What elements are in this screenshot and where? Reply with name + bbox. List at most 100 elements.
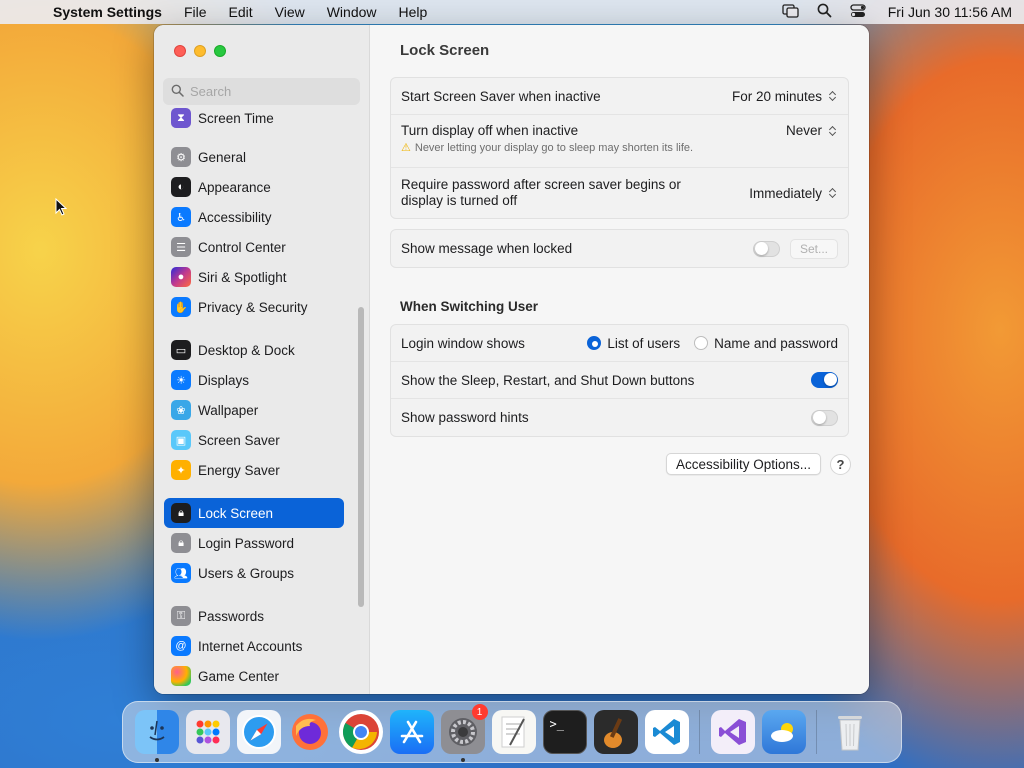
- search-icon[interactable]: [817, 3, 832, 21]
- screen-mirroring-icon[interactable]: [782, 3, 799, 21]
- menu-app-name[interactable]: System Settings: [53, 4, 162, 20]
- minimize-button[interactable]: [194, 45, 206, 57]
- sidebar-item-game-center[interactable]: Game Center: [164, 661, 344, 691]
- sidebar-item-login-password[interactable]: 🔒︎ Login Password: [164, 528, 344, 558]
- display-off-warning: ⚠ Never letting your display go to sleep…: [401, 141, 786, 155]
- menu-bar: System Settings File Edit View Window He…: [0, 0, 1024, 24]
- sidebar-item-lock-screen[interactable]: 🔒︎ Lock Screen: [164, 498, 344, 528]
- password-hints-toggle[interactable]: [811, 409, 838, 426]
- require-password-label-2: display is turned off: [401, 193, 518, 208]
- sidebar-scrollbar[interactable]: [358, 307, 364, 607]
- lock-settings-group: Start Screen Saver when inactive For 20 …: [390, 77, 849, 219]
- sidebar-item-label: Accessibility: [198, 209, 272, 225]
- menu-view[interactable]: View: [275, 4, 305, 20]
- lock-icon: 🔒︎: [171, 533, 191, 553]
- require-password-label-1: Require password after screen saver begi…: [401, 177, 681, 192]
- accessibility-options-button[interactable]: Accessibility Options...: [666, 453, 822, 475]
- at-icon: @: [171, 636, 191, 656]
- screen-saver-icon: ▣: [171, 430, 191, 450]
- display-off-row: Turn display off when inactive ⚠ Never l…: [391, 115, 848, 168]
- sidebar-item-label: Appearance: [198, 179, 271, 195]
- textedit-icon[interactable]: [491, 710, 536, 754]
- garageband-icon[interactable]: [593, 710, 638, 754]
- notification-badge: 1: [471, 704, 488, 720]
- require-password-value: Immediately: [749, 185, 822, 201]
- safari-icon[interactable]: [236, 710, 281, 754]
- siri-icon: ●: [171, 267, 191, 287]
- main-content: Lock Screen Start Screen Saver when inac…: [370, 25, 869, 694]
- sleep-buttons-toggle[interactable]: [811, 372, 838, 388]
- sun-icon: ☀: [171, 370, 191, 390]
- window-controls: [174, 45, 226, 57]
- sidebar-item-control-center[interactable]: ☰ Control Center: [164, 232, 344, 262]
- sidebar-item-accessibility[interactable]: ♿ Accessibility: [164, 202, 344, 232]
- menu-clock[interactable]: Fri Jun 30 11:56 AM: [888, 4, 1012, 20]
- radio-selected-icon: [587, 336, 602, 350]
- display-off-popup[interactable]: Never: [786, 123, 838, 138]
- sidebar-item-displays[interactable]: ☀ Displays: [164, 365, 344, 395]
- screen-saver-row: Start Screen Saver when inactive For 20 …: [391, 78, 848, 115]
- sidebar-item-internet-accounts[interactable]: @ Internet Accounts: [164, 631, 344, 661]
- show-message-label: Show message when locked: [401, 241, 573, 256]
- menu-help[interactable]: Help: [399, 4, 428, 20]
- sidebar-item-screen-saver[interactable]: ▣ Screen Saver: [164, 425, 344, 455]
- display-off-value: Never: [785, 123, 822, 138]
- show-message-row: Show message when locked Set...: [391, 230, 848, 267]
- appearance-icon: ◐: [171, 177, 191, 197]
- search-input[interactable]: [190, 84, 350, 99]
- weather-icon[interactable]: [761, 710, 806, 754]
- sidebar-item-general[interactable]: ⚙ General: [164, 142, 344, 172]
- menu-window[interactable]: Window: [327, 4, 377, 20]
- close-button[interactable]: [174, 45, 186, 57]
- sidebar-item-appearance[interactable]: ◐ Appearance: [164, 172, 344, 202]
- chrome-icon[interactable]: [338, 710, 383, 754]
- visual-studio-icon[interactable]: [710, 710, 755, 754]
- menu-file[interactable]: File: [184, 4, 207, 20]
- sidebar-item-label: Login Password: [198, 535, 295, 551]
- require-password-popup[interactable]: Immediately: [749, 186, 838, 201]
- sidebar-list: ⧗ Screen Time ⚙ General ◐ Appearance ♿ A…: [164, 107, 344, 691]
- sidebar-item-screen-time[interactable]: ⧗ Screen Time: [164, 107, 344, 129]
- sidebar-item-label: Privacy & Security: [198, 299, 308, 315]
- menu-edit[interactable]: Edit: [229, 4, 253, 20]
- sidebar-item-privacy-security[interactable]: ✋ Privacy & Security: [164, 292, 344, 322]
- hourglass-icon: ⧗: [171, 108, 191, 128]
- system-settings-window: ⧗ Screen Time ⚙ General ◐ Appearance ♿ A…: [154, 25, 869, 694]
- sidebar-item-label: Users & Groups: [198, 565, 295, 581]
- control-center-icon[interactable]: [850, 3, 866, 21]
- switching-user-group: Login window shows List of users Name an…: [390, 324, 849, 437]
- zoom-button[interactable]: [214, 45, 226, 57]
- firefox-icon[interactable]: [288, 710, 332, 754]
- control-center-icon: ☰: [171, 237, 191, 257]
- sidebar-item-wallpaper[interactable]: ❀ Wallpaper: [164, 395, 344, 425]
- screen-saver-popup[interactable]: For 20 minutes: [732, 89, 838, 104]
- sidebar-item-siri-spotlight[interactable]: ● Siri & Spotlight: [164, 262, 344, 292]
- sidebar-item-label: Siri & Spotlight: [198, 269, 287, 285]
- launchpad-icon[interactable]: [185, 710, 230, 754]
- sidebar-item-label: Game Center: [198, 668, 280, 684]
- screen-saver-label: Start Screen Saver when inactive: [401, 88, 601, 104]
- app-store-icon[interactable]: [389, 710, 434, 754]
- terminal-icon[interactable]: >_: [542, 710, 587, 754]
- switching-user-heading: When Switching User: [400, 299, 539, 314]
- search-field[interactable]: [163, 78, 360, 105]
- radio-list-of-users[interactable]: List of users: [587, 336, 680, 351]
- sidebar-item-label: Lock Screen: [198, 505, 274, 521]
- sidebar-item-desktop-dock[interactable]: ▭ Desktop & Dock: [164, 335, 344, 365]
- sleep-buttons-label: Show the Sleep, Restart, and Shut Down b…: [401, 372, 695, 388]
- system-settings-icon[interactable]: 1: [440, 704, 488, 762]
- password-hints-label: Show password hints: [401, 410, 529, 425]
- require-password-row: Require password after screen saver begi…: [391, 168, 848, 218]
- sidebar-item-passwords[interactable]: ⚿ Passwords: [164, 601, 344, 631]
- finder-icon[interactable]: [134, 710, 179, 762]
- sidebar-item-label: General: [198, 149, 247, 165]
- sidebar-item-energy-saver[interactable]: ✦ Energy Saver: [164, 455, 344, 485]
- radio-name-and-password[interactable]: Name and password: [694, 336, 838, 351]
- show-message-toggle[interactable]: [753, 240, 780, 257]
- vscode-icon[interactable]: [644, 710, 689, 754]
- set-message-button[interactable]: Set...: [790, 238, 838, 259]
- trash-icon[interactable]: [828, 710, 872, 754]
- sidebar-item-users-groups[interactable]: 👥︎ Users & Groups: [164, 558, 344, 588]
- hand-icon: ✋: [171, 297, 191, 317]
- help-button[interactable]: ?: [830, 454, 851, 475]
